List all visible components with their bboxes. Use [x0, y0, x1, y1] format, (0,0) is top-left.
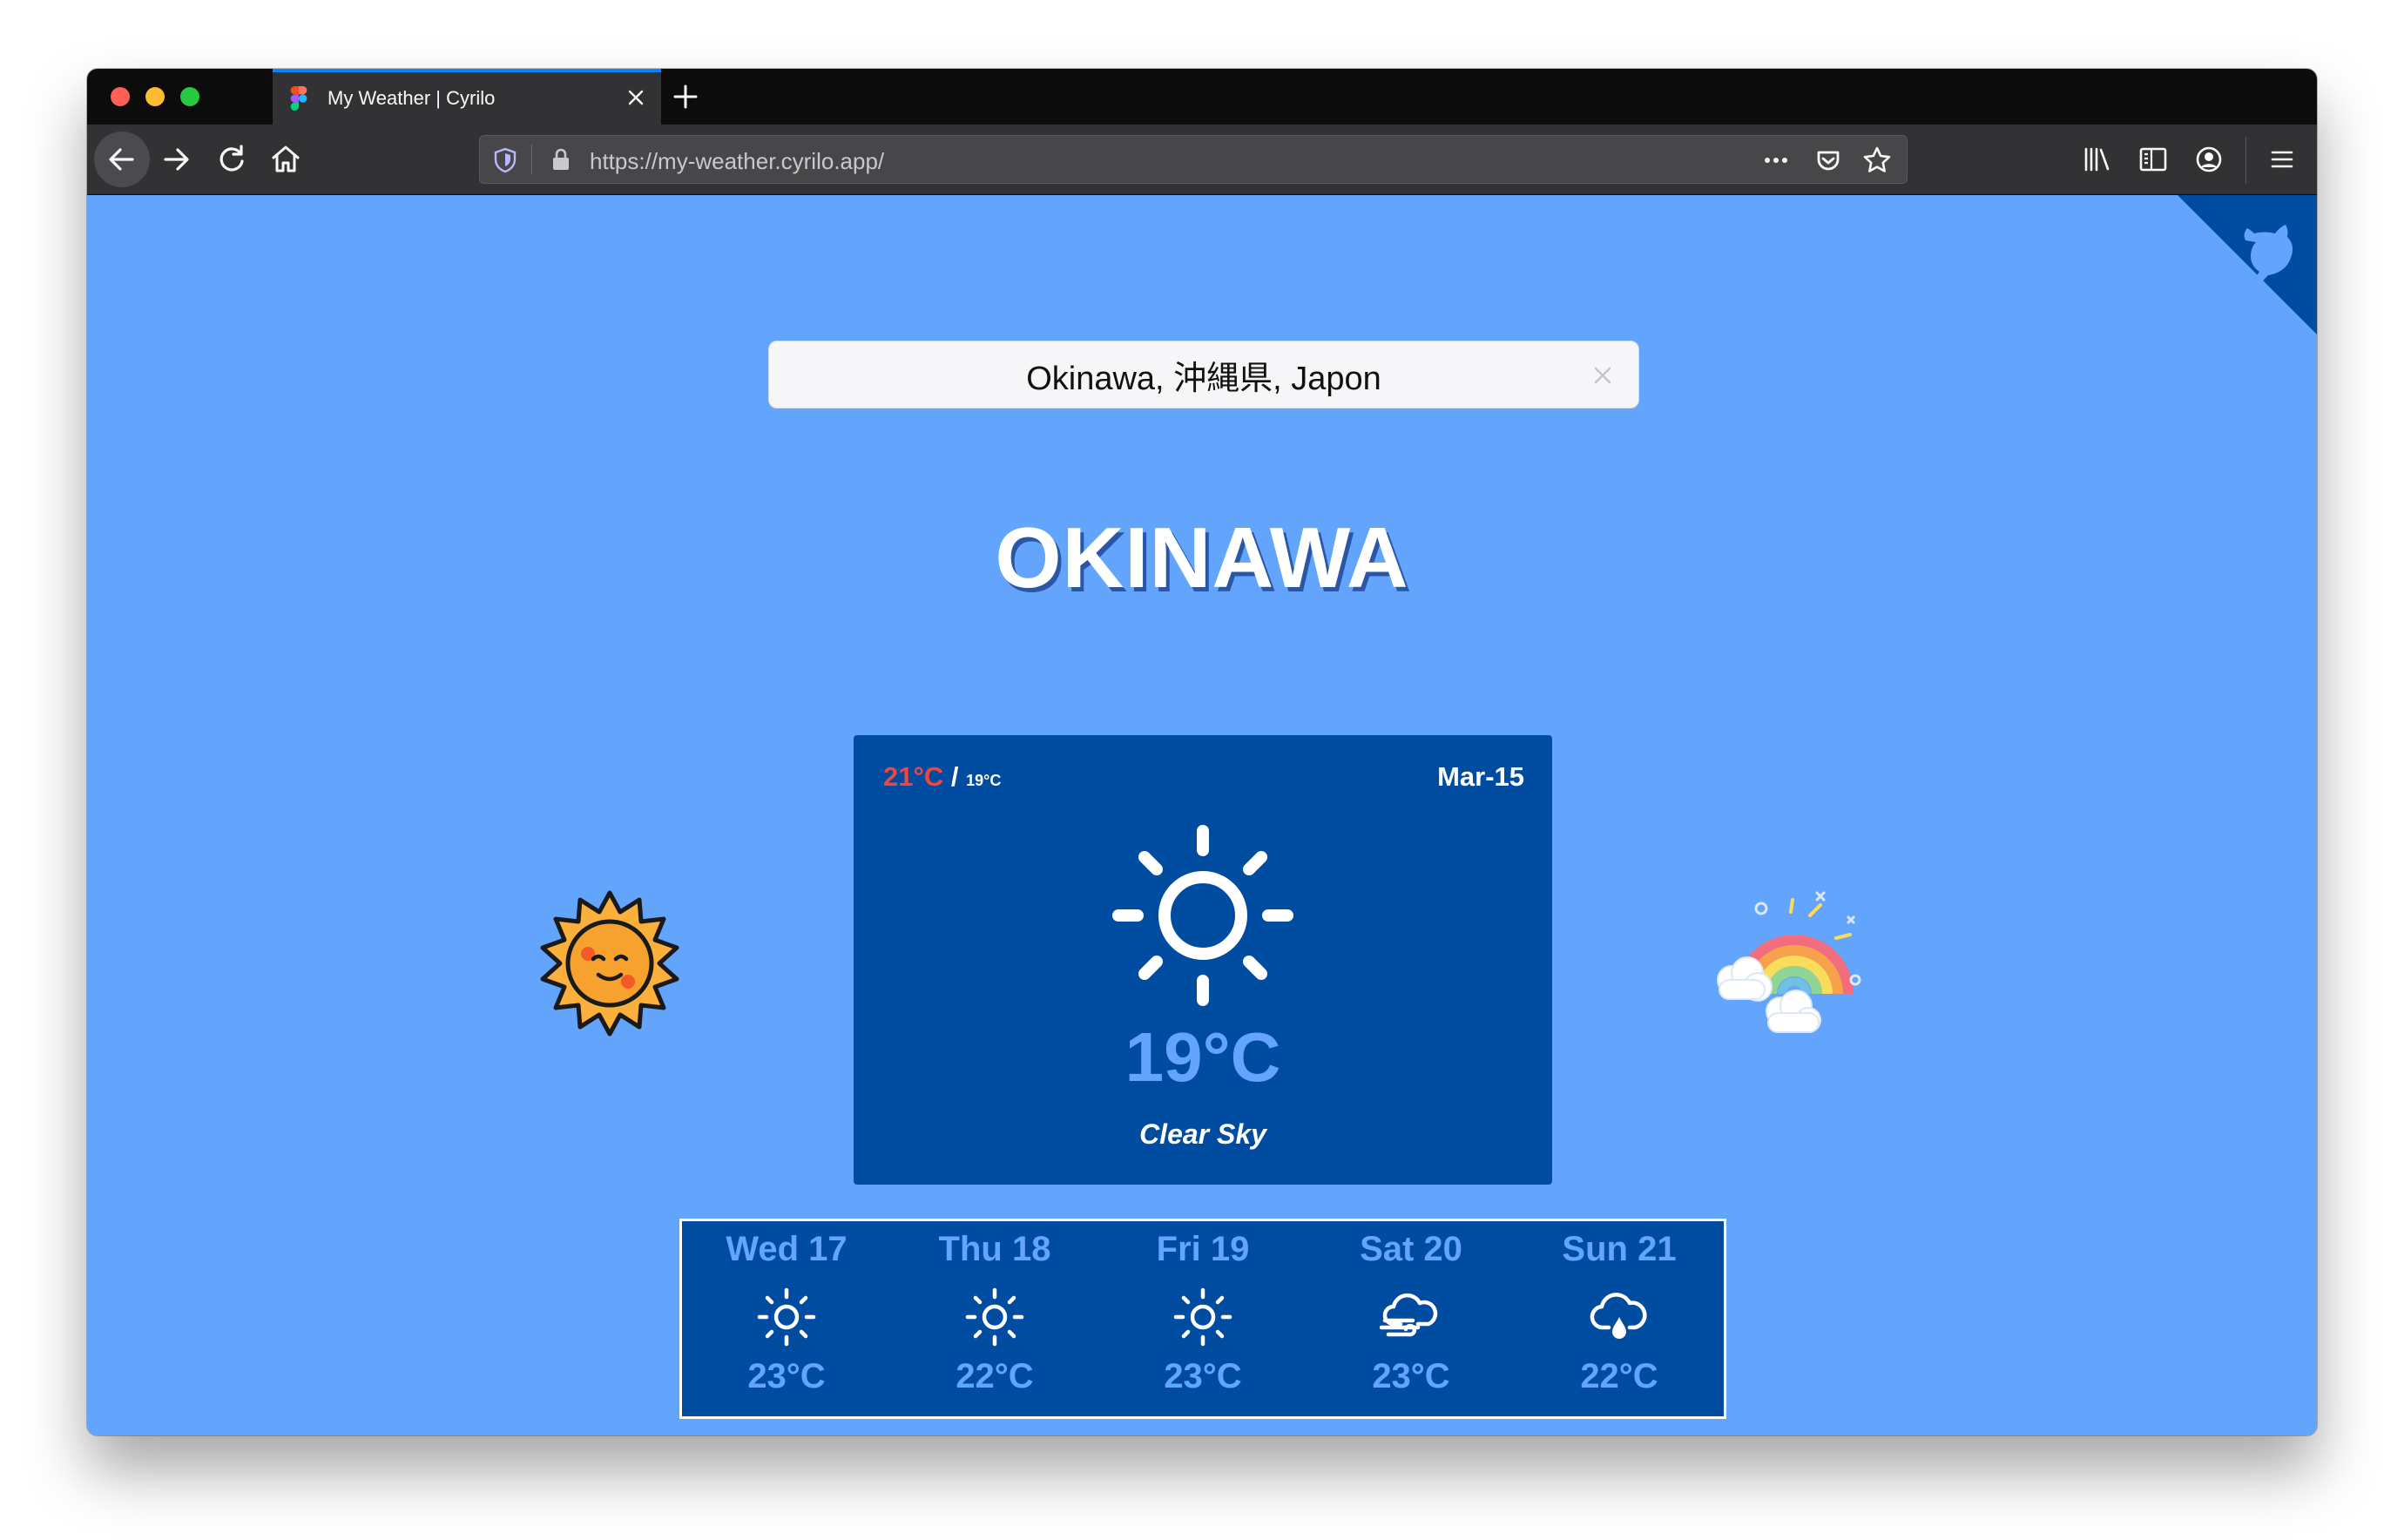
sun-icon [757, 1287, 816, 1347]
sidebar-toggle-icon[interactable] [2136, 142, 2171, 177]
low-temperature: 19°C [966, 772, 1002, 789]
rain-cloud-icon [1590, 1293, 1647, 1339]
forecast-day-name: Sun 21 [1562, 1230, 1677, 1268]
github-corner-icon[interactable] [2178, 195, 2317, 334]
forecast-day: Thu 18 22°C [890, 1221, 1099, 1416]
forecast-temperature: 22°C [956, 1357, 1034, 1395]
today-weather-card: 21°C / 19°C Mar-15 19°C Clear Sky [854, 735, 1552, 1185]
page-content: OKINAWA 21°C / 19°C Mar-15 [87, 195, 2317, 1435]
browser-window: My Weather | Cyrilo https://my-weather.c… [87, 69, 2317, 1435]
sun-icon [965, 1287, 1024, 1347]
tab-my-weather[interactable]: My Weather | Cyrilo [273, 69, 661, 125]
close-icon[interactable] [623, 84, 649, 111]
forecast-day: Sat 20 23°C [1307, 1221, 1516, 1416]
pocket-icon[interactable] [1813, 145, 1844, 176]
forecast-temperature: 22°C [1580, 1357, 1658, 1395]
account-icon[interactable] [2191, 142, 2226, 177]
high-low-separator: / [950, 761, 959, 792]
city-search-input[interactable] [769, 341, 1638, 408]
wind-cloud-icon [1380, 1293, 1438, 1337]
city-search-box[interactable] [768, 341, 1639, 409]
high-temperature: 21°C [883, 761, 944, 792]
zoom-window-button[interactable] [180, 87, 199, 106]
minimize-window-button[interactable] [145, 87, 165, 106]
forecast-day-name: Sat 20 [1360, 1230, 1462, 1268]
forecast-temperature: 23°C [747, 1357, 826, 1395]
library-icon[interactable] [2080, 142, 2115, 177]
forward-arrow-icon[interactable] [148, 132, 204, 187]
tab-title: My Weather | Cyrilo [328, 87, 496, 109]
close-window-button[interactable] [111, 87, 130, 106]
bookmark-star-icon[interactable] [1860, 143, 1894, 178]
current-temperature: 19°C [1124, 1018, 1281, 1096]
clear-search-icon[interactable] [1590, 362, 1616, 388]
current-date: Mar-15 [1437, 761, 1524, 792]
rainbow-cloud-illustration-icon [1717, 891, 1861, 1033]
hamburger-menu-icon[interactable] [2265, 142, 2299, 177]
smiling-sun-illustration-icon [540, 890, 679, 1037]
city-name-heading: OKINAWA [995, 510, 1409, 605]
forecast-day-name: Wed 17 [726, 1230, 847, 1268]
toolbar-separator [2245, 137, 2246, 184]
lock-icon[interactable] [550, 146, 572, 172]
forecast-temperature: 23°C [1372, 1357, 1450, 1395]
forecast-day: Sun 21 22°C [1515, 1221, 1724, 1416]
page-actions-ellipsis-icon[interactable] [1759, 145, 1793, 176]
sun-icon [1112, 825, 1293, 1006]
high-low-temperature: 21°C / 19°C [883, 761, 1001, 793]
new-tab-plus-icon[interactable] [670, 81, 701, 112]
figma-icon [290, 86, 307, 111]
url-text: https://my-weather.cyrilo.app/ [590, 148, 885, 174]
navigation-toolbar: https://my-weather.cyrilo.app/ [87, 125, 2317, 195]
title-bar: My Weather | Cyrilo [87, 69, 2317, 125]
reload-icon[interactable] [204, 132, 260, 187]
forecast-day-name: Thu 18 [938, 1230, 1051, 1268]
weather-description: Clear Sky [1139, 1118, 1266, 1150]
home-icon[interactable] [258, 132, 314, 187]
forecast-day: Wed 17 23°C [682, 1221, 891, 1416]
five-day-forecast: Wed 17 23°C Thu 18 22°C Fri 19 23°C Sat … [679, 1219, 1726, 1419]
forecast-day: Fri 19 23°C [1098, 1221, 1307, 1416]
forecast-day-name: Fri 19 [1156, 1230, 1250, 1268]
address-bar[interactable]: https://my-weather.cyrilo.app/ [479, 135, 1908, 184]
tracking-protection-shield-icon[interactable] [492, 146, 518, 174]
address-bar-separator [531, 145, 532, 174]
sun-icon [1173, 1287, 1232, 1347]
forecast-temperature: 23°C [1164, 1357, 1242, 1395]
back-arrow-icon[interactable] [94, 132, 150, 187]
